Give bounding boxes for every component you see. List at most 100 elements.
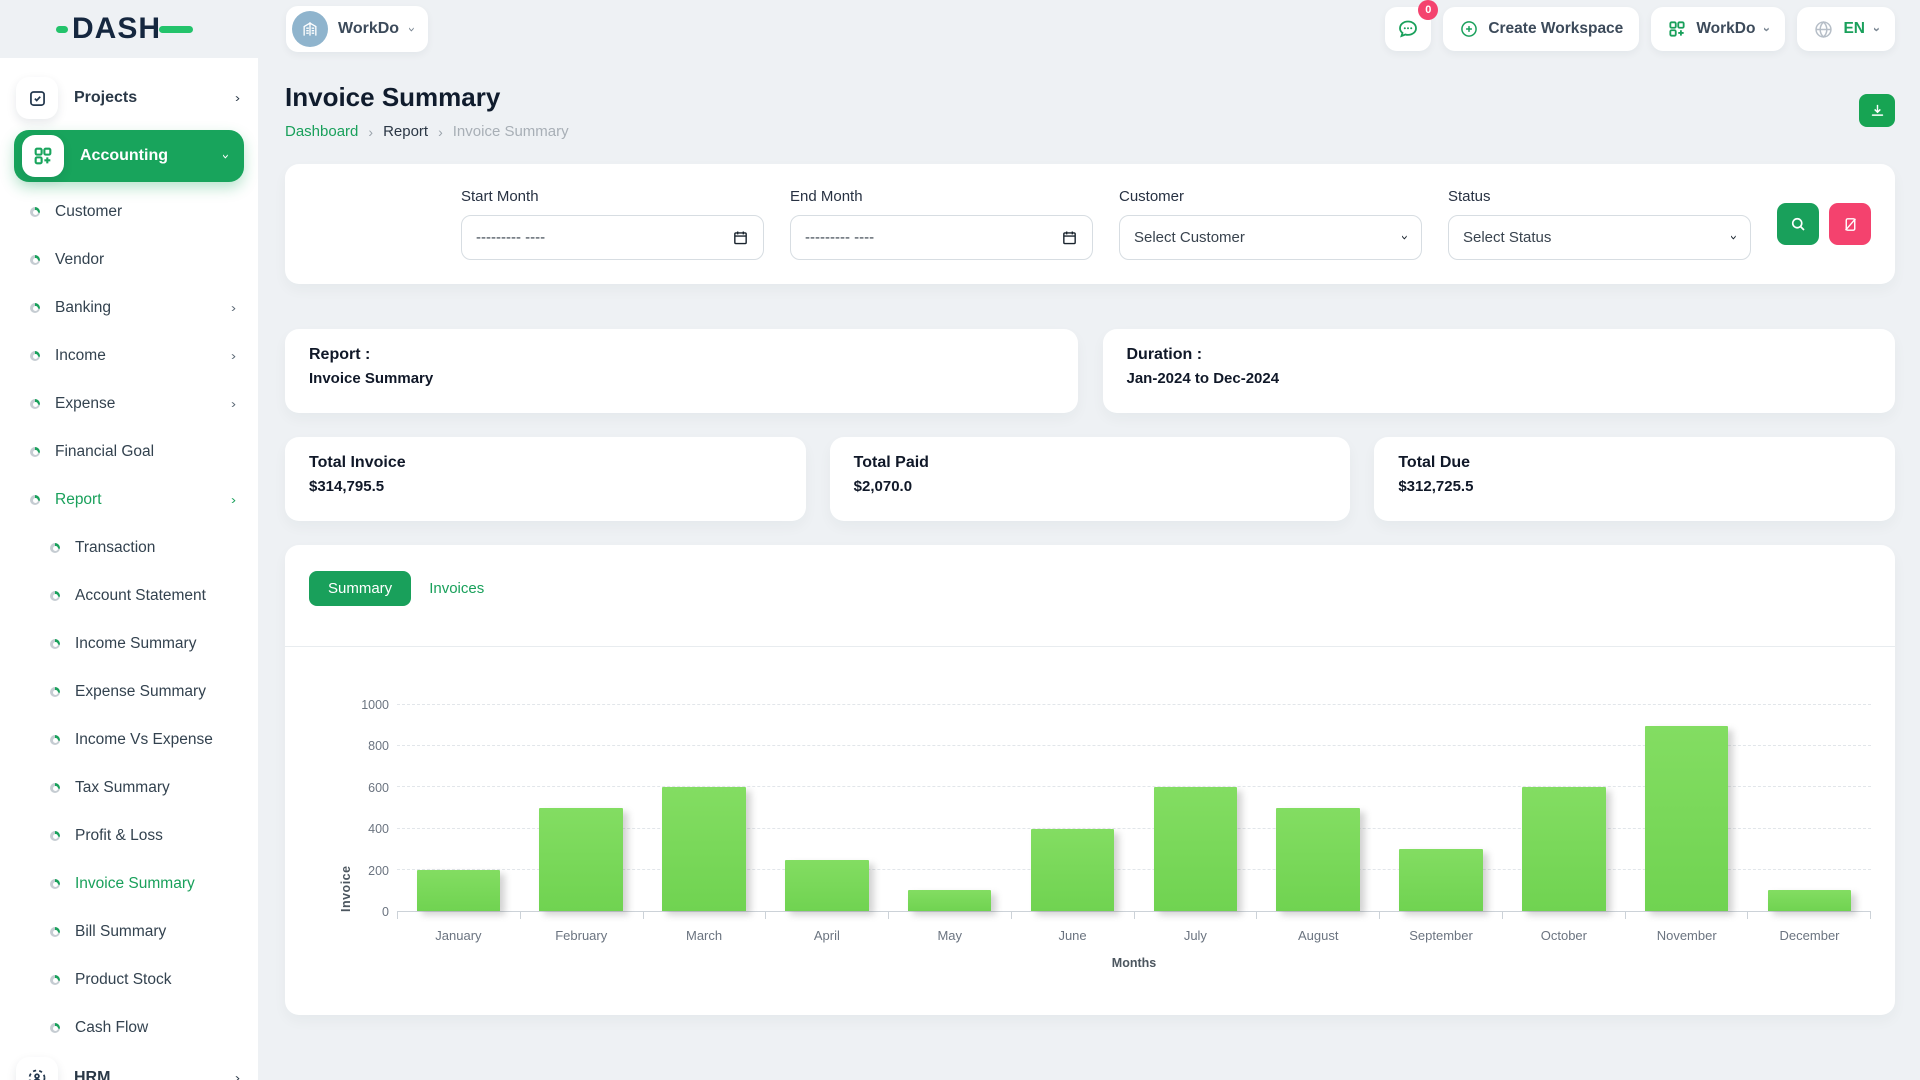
download-button[interactable]	[1859, 94, 1895, 127]
workdo-menu-label: WorkDo	[1696, 20, 1755, 38]
workspace-selector[interactable]: WorkDo ›	[286, 6, 428, 52]
sidebar-item-label: Cash Flow	[75, 1019, 236, 1037]
sidebar-item-vendor[interactable]: Vendor	[0, 236, 258, 284]
y-axis-tick-label: 400	[368, 822, 389, 836]
x-tick	[1134, 912, 1257, 919]
sidebar-item-projects[interactable]: Projects›	[0, 72, 258, 124]
chart-bar-february[interactable]	[539, 808, 623, 911]
sidebar-item-transaction[interactable]: Transaction	[0, 524, 258, 572]
sidebar-item-bill-summary[interactable]: Bill Summary	[0, 908, 258, 956]
sidebar-item-banking[interactable]: Banking›	[0, 284, 258, 332]
sidebar-item-income-vs-expense[interactable]: Income Vs Expense	[0, 716, 258, 764]
chevron-down-icon: ›	[219, 154, 233, 159]
bar-slot	[888, 705, 1011, 911]
sidebar-item-product-stock[interactable]: Product Stock	[0, 956, 258, 1004]
total-card-total-paid: Total Paid $2,070.0	[830, 437, 1351, 521]
bullet-icon	[30, 303, 40, 313]
bar-slot	[1380, 705, 1503, 911]
total-value: $312,725.5	[1398, 478, 1871, 495]
sidebar-item-invoice-summary[interactable]: Invoice Summary	[0, 860, 258, 908]
sidebar-item-label: Invoice Summary	[75, 875, 236, 893]
start-month-input[interactable]: --------- ----	[461, 215, 764, 260]
chart-bar-june[interactable]	[1031, 829, 1115, 911]
sidebar-item-income[interactable]: Income›	[0, 332, 258, 380]
chevron-down-icon: ›	[405, 27, 419, 32]
clear-filter-icon	[1842, 216, 1859, 233]
sidebar-item-income-summary[interactable]: Income Summary	[0, 620, 258, 668]
sidebar-item-account-statement[interactable]: Account Statement	[0, 572, 258, 620]
breadcrumb: Dashboard › Report › Invoice Summary	[285, 123, 569, 140]
language-selector[interactable]: EN ›	[1797, 7, 1895, 51]
tab-invoices[interactable]: Invoices	[429, 580, 484, 597]
chart-bar-april[interactable]	[785, 860, 869, 912]
chart-bar-october[interactable]	[1522, 787, 1606, 911]
logo-dash-left	[56, 26, 68, 33]
breadcrumb-report[interactable]: Report	[383, 123, 428, 140]
sidebar-item-financial-goal[interactable]: Financial Goal	[0, 428, 258, 476]
search-icon	[1789, 215, 1807, 233]
calendar-icon[interactable]	[1061, 229, 1078, 246]
chart-bar-september[interactable]	[1399, 849, 1483, 911]
x-tick	[520, 912, 643, 919]
create-workspace-label: Create Workspace	[1488, 20, 1623, 38]
bar-slot	[1257, 705, 1380, 911]
tab-summary[interactable]: Summary	[309, 571, 411, 606]
x-tick	[1256, 912, 1379, 919]
x-axis-label: January	[397, 928, 520, 943]
y-axis-tick-label: 800	[368, 739, 389, 753]
total-value: $2,070.0	[854, 478, 1327, 495]
start-month-label: Start Month	[461, 188, 764, 205]
messages-badge: 0	[1418, 0, 1438, 20]
bullet-icon	[50, 1023, 60, 1033]
download-icon	[1869, 102, 1886, 119]
chart-bar-november[interactable]	[1645, 726, 1729, 911]
chart-bar-july[interactable]	[1154, 787, 1238, 911]
bullet-icon	[50, 591, 60, 601]
x-tick	[1625, 912, 1748, 919]
chevron-right-icon: ›	[235, 1071, 240, 1080]
sidebar-item-accounting[interactable]: Accounting›	[14, 130, 244, 182]
chart-bar-march[interactable]	[662, 787, 746, 911]
sidebar-item-expense[interactable]: Expense›	[0, 380, 258, 428]
invoice-bar-chart: Invoice 02004006008001000 JanuaryFebruar…	[309, 705, 1871, 970]
status-label: Status	[1448, 188, 1751, 205]
x-axis-label: March	[643, 928, 766, 943]
sidebar-item-label: HRM	[74, 1069, 235, 1080]
sidebar-item-customer[interactable]: Customer	[0, 188, 258, 236]
bullet-icon	[50, 639, 60, 649]
sidebar-item-tax-summary[interactable]: Tax Summary	[0, 764, 258, 812]
end-month-label: End Month	[790, 188, 1093, 205]
chart-bar-december[interactable]	[1768, 890, 1852, 911]
x-tick	[1011, 912, 1134, 919]
customer-select[interactable]: Select Customer ›	[1119, 215, 1422, 260]
bullet-icon	[50, 927, 60, 937]
end-month-input[interactable]: --------- ----	[790, 215, 1093, 260]
bullet-icon	[30, 351, 40, 361]
chart-bar-january[interactable]	[417, 870, 501, 911]
total-label: Total Paid	[854, 454, 1327, 472]
apply-filter-button[interactable]	[1777, 203, 1819, 245]
duration-value: Jan-2024 to Dec-2024	[1127, 370, 1872, 387]
sidebar-item-cash-flow[interactable]: Cash Flow	[0, 1004, 258, 1052]
customer-label: Customer	[1119, 188, 1422, 205]
x-axis-label: April	[765, 928, 888, 943]
sidebar-item-report[interactable]: Report›	[0, 476, 258, 524]
workspace-name: WorkDo	[338, 20, 399, 38]
messages-button[interactable]: 0	[1385, 7, 1431, 51]
workdo-menu-button[interactable]: WorkDo ›	[1651, 7, 1785, 51]
calendar-icon[interactable]	[732, 229, 749, 246]
status-select[interactable]: Select Status ›	[1448, 215, 1751, 260]
x-tick	[643, 912, 766, 919]
breadcrumb-dashboard[interactable]: Dashboard	[285, 123, 358, 140]
sidebar-item-hrm[interactable]: HRM›	[0, 1052, 258, 1080]
sidebar-item-expense-summary[interactable]: Expense Summary	[0, 668, 258, 716]
chart-bar-may[interactable]	[908, 890, 992, 911]
chart-bar-august[interactable]	[1276, 808, 1360, 911]
reset-filter-button[interactable]	[1829, 203, 1871, 245]
create-workspace-button[interactable]: Create Workspace	[1443, 7, 1639, 51]
bar-slot	[1134, 705, 1257, 911]
dash-logo[interactable]: DASH	[56, 14, 193, 44]
sidebar-item-profit-loss[interactable]: Profit & Loss	[0, 812, 258, 860]
duration-label: Duration :	[1127, 346, 1872, 364]
start-month-placeholder: --------- ----	[476, 229, 732, 246]
